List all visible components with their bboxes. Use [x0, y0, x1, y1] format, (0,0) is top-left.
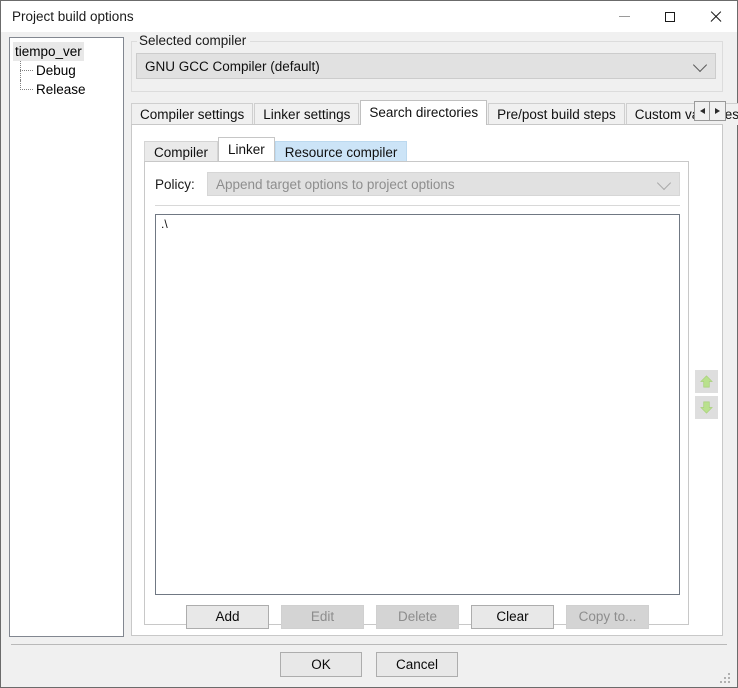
chevron-down-icon [656, 175, 672, 191]
directory-action-buttons: Add Edit Delete Clear Copy to... [155, 605, 680, 629]
maximize-icon [664, 11, 675, 22]
ok-button[interactable]: OK [280, 652, 362, 677]
policy-label: Policy: [155, 176, 195, 192]
button-label: Copy to... [578, 609, 637, 624]
arrow-down-icon [700, 401, 713, 414]
copy-to-button[interactable]: Copy to... [566, 605, 649, 629]
tree-root-node[interactable]: tiempo_ver [13, 42, 123, 61]
tab-linker-settings[interactable]: Linker settings [254, 103, 360, 125]
compiler-select[interactable]: GNU GCC Compiler (default) [136, 53, 716, 79]
list-item-label: .\ [161, 217, 168, 231]
tab-label: Compiler settings [140, 107, 245, 122]
window-title: Project build options [12, 9, 134, 24]
minimize-button[interactable] [602, 1, 647, 32]
add-button[interactable]: Add [186, 605, 269, 629]
move-down-button[interactable] [695, 396, 718, 419]
tree-item-release[interactable]: Release [10, 80, 123, 99]
tab-label: Pre/post build steps [497, 107, 616, 122]
linker-directories-panel: Policy: Append target options to project… [144, 161, 689, 629]
close-button[interactable] [692, 1, 737, 32]
subtab-label: Resource compiler [284, 145, 398, 160]
subtab-label: Compiler [154, 145, 209, 160]
search-directories-list[interactable]: .\ [155, 214, 680, 595]
button-label: Cancel [395, 657, 439, 672]
minimize-icon [619, 16, 630, 17]
target-tree[interactable]: tiempo_ver Debug Release [9, 37, 124, 637]
tab-label: Linker settings [263, 107, 351, 122]
tab-scroll-left-button[interactable] [694, 101, 710, 121]
window-controls [602, 1, 737, 32]
button-label: OK [311, 657, 331, 672]
edit-button[interactable]: Edit [281, 605, 364, 629]
bottom-separator [11, 644, 727, 645]
button-label: Add [215, 609, 240, 624]
button-label: Clear [496, 609, 529, 624]
project-build-options-dialog: Project build options tiempo_ver Debug R… [0, 0, 738, 688]
subtab-label: Linker [228, 142, 265, 157]
subtab-resource-compiler[interactable]: Resource compiler [274, 141, 408, 162]
tab-label: Search directories [369, 105, 479, 120]
tab-search-directories[interactable]: Search directories [360, 100, 488, 125]
tab-scroll-buttons [694, 101, 726, 121]
options-area: Selected compiler GNU GCC Compiler (defa… [131, 33, 738, 637]
tab-scroll-right-button[interactable] [710, 101, 726, 121]
policy-row: Policy: Append target options to project… [155, 172, 680, 196]
button-label: Edit [310, 609, 335, 624]
dialog-buttons: OK Cancel [1, 652, 737, 687]
tree-root-label: tiempo_ver [13, 42, 84, 61]
arrow-up-icon [700, 375, 713, 388]
policy-select-value: Append target options to project options [216, 176, 455, 192]
dialog-client-area: tiempo_ver Debug Release Selected compil… [1, 32, 738, 687]
policy-separator [155, 205, 680, 206]
tree-item-label: Release [36, 82, 86, 97]
main-tab-strip: Compiler settings Linker settings Search… [131, 100, 738, 125]
close-icon [709, 11, 721, 23]
cancel-button[interactable]: Cancel [376, 652, 458, 677]
maximize-button[interactable] [647, 1, 692, 32]
resize-grip[interactable] [720, 671, 733, 684]
tab-compiler-settings[interactable]: Compiler settings [131, 103, 254, 125]
tree-item-label: Debug [36, 63, 76, 78]
sub-tab-strip: Compiler Linker Resource compiler [144, 137, 408, 162]
tree-item-debug[interactable]: Debug [10, 61, 123, 80]
move-up-button[interactable] [695, 370, 718, 393]
clear-button[interactable]: Clear [471, 605, 554, 629]
scroll-left-icon [699, 108, 705, 114]
title-bar: Project build options [1, 1, 737, 32]
selected-compiler-legend: Selected compiler [137, 33, 251, 48]
reorder-buttons [695, 370, 718, 419]
scroll-right-icon [715, 108, 720, 114]
delete-button[interactable]: Delete [376, 605, 459, 629]
chevron-down-icon [692, 57, 708, 73]
button-label: Delete [397, 609, 438, 624]
subtab-compiler[interactable]: Compiler [144, 141, 219, 162]
tab-pre-post-build-steps[interactable]: Pre/post build steps [488, 103, 625, 125]
search-directories-page: Compiler Linker Resource compiler Policy… [131, 124, 723, 636]
main-tab-list: Compiler settings Linker settings Search… [131, 100, 738, 125]
compiler-select-value: GNU GCC Compiler (default) [145, 58, 320, 74]
policy-select[interactable]: Append target options to project options [207, 172, 680, 196]
subtab-linker[interactable]: Linker [218, 137, 275, 162]
list-item[interactable]: .\ [156, 215, 679, 233]
